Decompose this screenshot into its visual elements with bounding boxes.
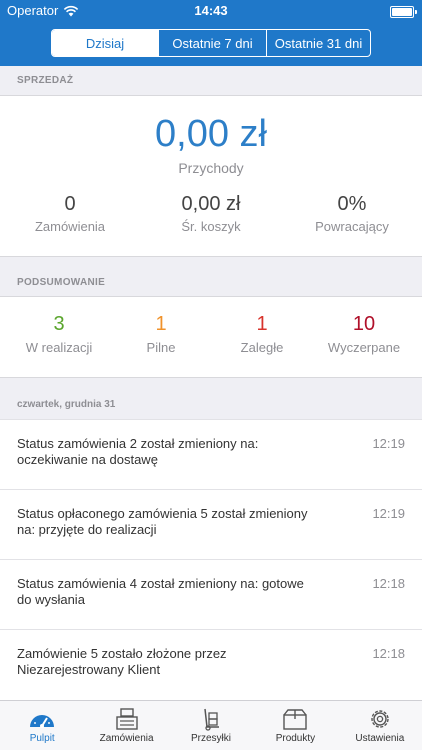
summary-urgent[interactable]: 1 Pilne <box>118 313 204 355</box>
tab-dashboard[interactable]: Pulpit <box>0 701 84 750</box>
clock: 14:43 <box>194 3 228 18</box>
stat-orders: 0 Zamówienia <box>0 193 140 234</box>
header: Operator 14:43 Dzisiaj Ostatnie 7 dni Os… <box>0 0 422 66</box>
tab-bar: Pulpit Zamówienia Przesyłki Produkty Ust… <box>0 700 422 750</box>
stat-label: Powracający <box>315 219 389 234</box>
hand-truck-icon <box>204 708 220 731</box>
period-selector: Dzisiaj Ostatnie 7 dni Ostatnie 31 dni <box>51 29 371 57</box>
speedometer-icon <box>30 715 55 728</box>
feed-date-heading: czwartek, grudnia 31 <box>17 399 116 410</box>
period-tab-31-days[interactable]: Ostatnie 31 dni <box>266 30 370 56</box>
summary-value: 1 <box>256 313 268 335</box>
gear-icon <box>371 710 389 728</box>
feed-text: Status zamówienia 4 został zmieniony na:… <box>17 576 304 607</box>
tab-products[interactable]: Produkty <box>253 701 337 750</box>
summary-value: 10 <box>352 313 376 335</box>
status-bar: Operator 14:43 <box>0 0 422 22</box>
list-item[interactable]: Status zamówienia 4 został zmieniony na:… <box>0 559 422 629</box>
tab-shipments[interactable]: Przesyłki <box>169 701 253 750</box>
tab-label: Przesyłki <box>191 733 232 744</box>
summary-value: 1 <box>155 313 167 335</box>
sales-card: 0,00 zł Przychody 0 Zamówienia 0,00 zł Ś… <box>0 95 422 257</box>
summary-label: Wyczerpane <box>327 340 401 355</box>
period-tab-today[interactable]: Dzisiaj <box>52 30 158 56</box>
feed-time: 12:19 <box>372 436 405 451</box>
summary-overdue[interactable]: 1 Zaległe <box>204 313 320 355</box>
list-item[interactable]: Zamówienie 5 zostało złożone przez Nieza… <box>0 629 422 700</box>
stat-label: Zamówienia <box>34 219 106 234</box>
sales-heading: SPRZEDAŻ <box>17 75 74 86</box>
stat-label: Śr. koszyk <box>181 219 241 234</box>
tab-settings[interactable]: Ustawienia <box>338 701 422 750</box>
battery-icon <box>390 6 417 18</box>
stat-value: 0,00 zł <box>181 193 241 215</box>
list-item[interactable]: Status zamówienia 2 został zmieniony na:… <box>0 419 422 489</box>
summary-value: 3 <box>53 313 65 335</box>
revenue-label: Przychody <box>178 160 244 176</box>
tab-label: Produkty <box>275 733 316 744</box>
tab-label: Zamówienia <box>99 733 154 744</box>
stat-avg-cart: 0,00 zł Śr. koszyk <box>141 193 281 234</box>
stat-value: 0% <box>337 193 367 215</box>
list-item[interactable]: Status opłaconego zamówienia 5 został zm… <box>0 489 422 559</box>
feed-text: Zamówienie 5 zostało złożone przez Nieza… <box>17 646 227 677</box>
stat-value: 0 <box>64 193 76 215</box>
tab-label: Pulpit <box>29 733 55 744</box>
revenue-value: 0,00 zł <box>155 113 267 155</box>
summary-out-of-stock[interactable]: 10 Wyczerpane <box>306 313 422 355</box>
tab-orders[interactable]: Zamówienia <box>84 701 168 750</box>
summary-in-progress[interactable]: 3 W realizacji <box>0 313 118 355</box>
feed-text: Status opłaconego zamówienia 5 został zm… <box>17 506 308 537</box>
feed-time: 12:18 <box>372 576 405 591</box>
stat-returning: 0% Powracający <box>282 193 422 234</box>
feed-time: 12:18 <box>372 646 405 661</box>
feed-text: Status zamówienia 2 został zmieniony na:… <box>17 436 259 467</box>
feed-time: 12:19 <box>372 506 405 521</box>
summary-label: W realizacji <box>25 340 93 355</box>
summary-card: 3 W realizacji 1 Pilne 1 Zaległe 10 Wycz… <box>0 296 422 378</box>
cash-register-icon <box>115 708 138 730</box>
period-tab-7-days[interactable]: Ostatnie 7 dni <box>158 30 266 56</box>
summary-label: Pilne <box>146 340 176 355</box>
box-icon <box>283 709 308 730</box>
tab-label: Ustawienia <box>355 733 405 744</box>
summary-label: Zaległe <box>240 340 284 355</box>
summary-heading: PODSUMOWANIE <box>17 277 106 288</box>
